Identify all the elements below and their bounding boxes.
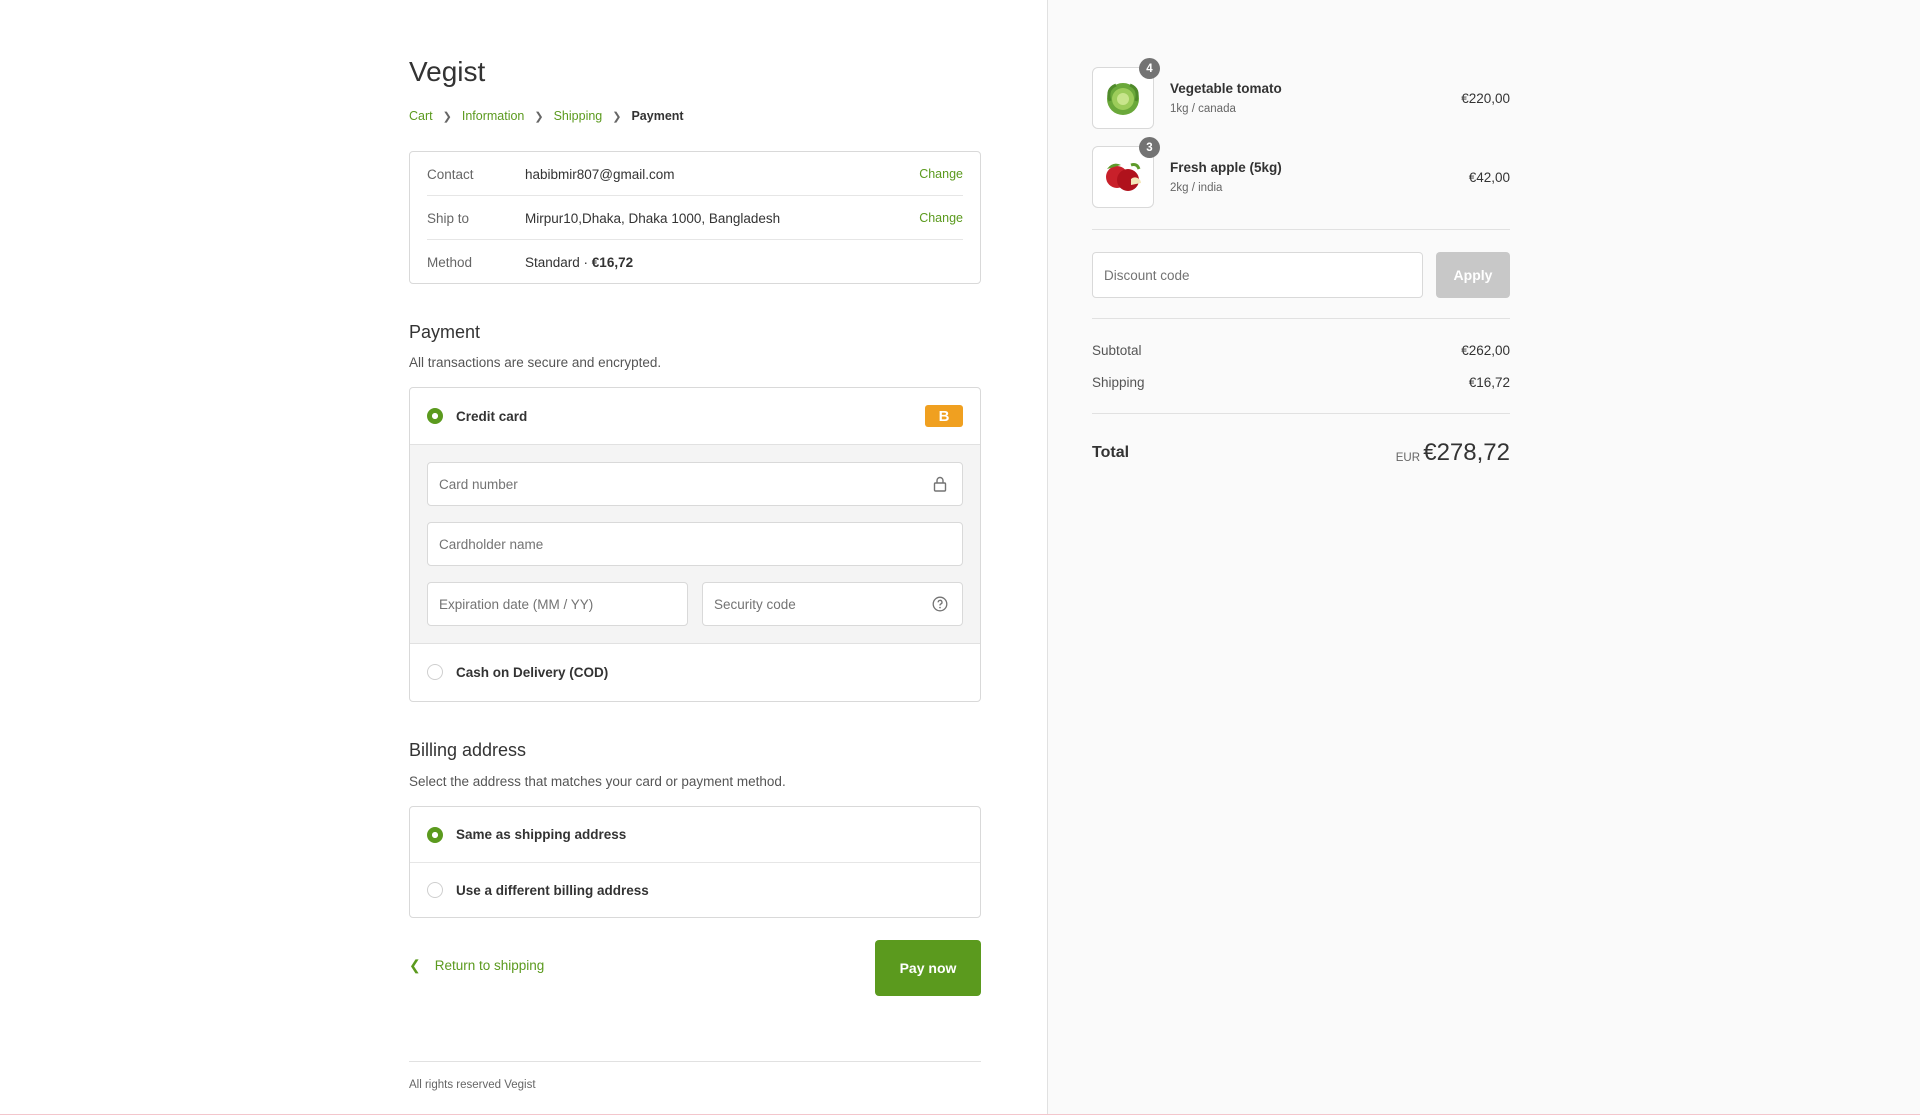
- total-label: Total: [1092, 444, 1130, 461]
- pay-now-button[interactable]: Pay now: [875, 940, 981, 996]
- billing-same-radio[interactable]: [427, 826, 443, 843]
- method-value: Standard · €16,72: [525, 255, 963, 270]
- summary-divider: [1092, 413, 1510, 414]
- method-label: Method: [427, 254, 473, 270]
- currency-code: EUR: [1395, 452, 1420, 464]
- billing-heading: Billing address: [409, 740, 527, 760]
- quantity-badge: 4: [1139, 58, 1160, 79]
- item-price: €220,00: [1461, 91, 1510, 106]
- review-contact-row: Contact habibmir807@gmail.com Change: [427, 152, 963, 196]
- review-shipto-row: Ship to Mirpur10,Dhaka, Dhaka 1000, Bang…: [427, 196, 963, 240]
- item-variant: 2kg / india: [1170, 182, 1223, 194]
- card-number-input[interactable]: [428, 462, 932, 506]
- payment-option-credit-card[interactable]: Credit card B: [410, 388, 980, 444]
- return-label: Return to shipping: [434, 958, 545, 973]
- checkout-main-panel: Vegist Cart ❯ Information ❯ Shipping ❯ P…: [0, 0, 1048, 1114]
- subtotal-value: €262,00: [1461, 343, 1510, 358]
- apply-discount-button[interactable]: Apply: [1436, 252, 1510, 298]
- item-price: €42,00: [1468, 170, 1510, 185]
- chevron-right-icon: ❯: [612, 110, 622, 123]
- item-name: Fresh apple (5kg): [1170, 160, 1282, 175]
- return-to-shipping-link[interactable]: ❮ Return to shipping: [409, 957, 544, 974]
- order-review-box: Contact habibmir807@gmail.com Change Shi…: [409, 151, 981, 284]
- discount-code-input[interactable]: [1093, 266, 1422, 284]
- total-value: €278,72: [1423, 439, 1510, 466]
- security-code-field[interactable]: [702, 582, 963, 626]
- breadcrumb-cart[interactable]: Cart: [409, 109, 433, 123]
- change-contact-link[interactable]: Change: [919, 167, 963, 181]
- billing-option-same[interactable]: Same as shipping address: [410, 807, 980, 862]
- item-name: Vegetable tomato: [1170, 81, 1282, 96]
- security-code-input[interactable]: [703, 582, 932, 626]
- cardholder-field[interactable]: [427, 522, 963, 566]
- credit-card-radio[interactable]: [427, 408, 443, 424]
- credit-card-label: Credit card: [456, 408, 528, 424]
- shipping-value: €16,72: [1468, 375, 1510, 390]
- expiration-input[interactable]: [428, 582, 687, 626]
- card-brand-icon: B: [925, 405, 963, 427]
- method-price: €16,72: [591, 254, 634, 270]
- shipto-label: Ship to: [427, 210, 470, 226]
- summary-divider: [1092, 229, 1510, 230]
- store-logo[interactable]: Vegist: [409, 56, 485, 88]
- subtotal-row: Subtotal €262,00: [1092, 343, 1510, 358]
- payment-subtitle: All transactions are secure and encrypte…: [409, 355, 662, 370]
- card-number-field[interactable]: [427, 462, 963, 506]
- chevron-right-icon: ❯: [534, 110, 544, 123]
- billing-options-box: Same as shipping address Use a different…: [409, 806, 981, 918]
- contact-label: Contact: [427, 166, 474, 182]
- cod-radio[interactable]: [427, 664, 443, 680]
- quantity-badge: 3: [1139, 137, 1160, 158]
- billing-same-label: Same as shipping address: [456, 827, 627, 842]
- billing-option-different[interactable]: Use a different billing address: [410, 863, 980, 917]
- billing-different-label: Use a different billing address: [456, 882, 649, 898]
- cart-item: 4 Vegetable tomato 1kg / canada €220,00: [1092, 58, 1510, 131]
- chevron-right-icon: ❯: [442, 110, 452, 123]
- expiration-field[interactable]: [427, 582, 688, 626]
- payment-option-cod[interactable]: Cash on Delivery (COD): [410, 644, 980, 700]
- order-summary-panel: 4 Vegetable tomato 1kg / canada €220,00 …: [1048, 0, 1920, 1114]
- footer-divider: [409, 1061, 981, 1062]
- change-shipto-link[interactable]: Change: [919, 211, 963, 225]
- method-name: Standard ·: [525, 254, 592, 270]
- billing-subtitle: Select the address that matches your car…: [409, 774, 786, 789]
- lock-icon: [932, 476, 948, 492]
- subtotal-label: Subtotal: [1092, 343, 1142, 358]
- contact-value: habibmir807@gmail.com: [525, 166, 675, 182]
- cod-label: Cash on Delivery (COD): [456, 664, 609, 680]
- breadcrumb-shipping[interactable]: Shipping: [554, 109, 603, 123]
- breadcrumb-information[interactable]: Information: [462, 109, 525, 123]
- billing-different-radio[interactable]: [427, 882, 443, 898]
- payment-methods-box: Credit card B Card number Cardholder nam…: [409, 387, 981, 702]
- shipping-row: Shipping €16,72: [1092, 375, 1510, 390]
- chevron-left-icon: ❮: [409, 957, 421, 973]
- item-variant: 1kg / canada: [1170, 103, 1236, 115]
- breadcrumb-payment: Payment: [631, 109, 684, 123]
- shipto-value: Mirpur10,Dhaka, Dhaka 1000, Bangladesh: [525, 210, 781, 226]
- total-row: Total EUR €278,72: [1092, 434, 1510, 474]
- footer-text: All rights reserved Vegist: [409, 1079, 536, 1091]
- discount-code-field[interactable]: [1092, 252, 1423, 298]
- cardholder-input[interactable]: [428, 522, 962, 566]
- payment-heading: Payment: [409, 322, 481, 342]
- review-method-row: Method Standard · €16,72: [427, 240, 963, 284]
- help-icon[interactable]: [932, 596, 948, 612]
- shipping-label: Shipping: [1092, 375, 1145, 390]
- breadcrumb: Cart ❯ Information ❯ Shipping ❯ Payment: [409, 109, 684, 123]
- cart-item: 3 Fresh apple (5kg) 2kg / india €42,00: [1092, 137, 1510, 210]
- summary-divider: [1092, 318, 1510, 319]
- credit-card-fields: [410, 444, 980, 644]
